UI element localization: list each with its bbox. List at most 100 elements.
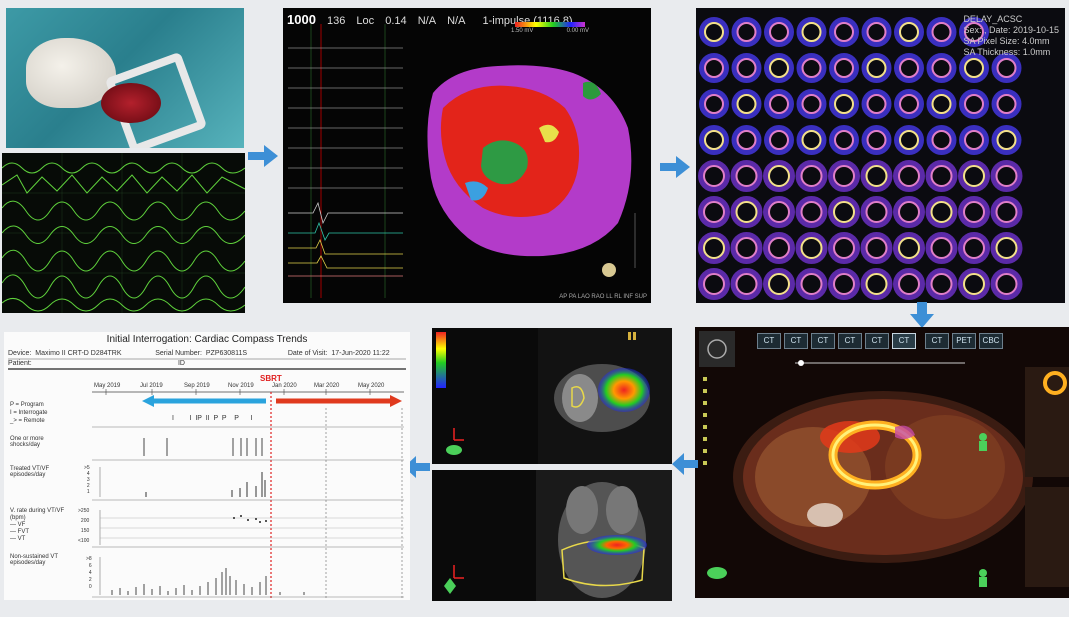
spect-slice <box>861 17 892 47</box>
spect-slice <box>926 89 957 119</box>
spect-slice <box>796 17 827 47</box>
arrow-down-icon <box>910 302 934 328</box>
spect-slice <box>925 268 958 300</box>
tick-label: 150 <box>80 528 90 534</box>
row-label-line: episodes/day <box>10 560 46 566</box>
month-label: Sep 2019 <box>184 383 210 389</box>
tick-label: >250 <box>78 508 90 514</box>
spect-info-line: DELAY_ACSC <box>963 14 1023 24</box>
spect-slice <box>860 232 893 264</box>
month-label: Jan 2020 <box>272 383 297 389</box>
ct-axial-image <box>432 328 672 464</box>
row-label-vrate: V. rate during VT/VF (bpm) — VF — FVT — … <box>10 508 64 543</box>
spect-slice <box>893 196 925 228</box>
spect-slice <box>926 17 957 47</box>
spect-slice <box>730 232 763 264</box>
spect-slice <box>731 125 762 155</box>
spect-slice <box>894 89 924 119</box>
spect-slice <box>990 268 1023 300</box>
spect-info-line: SA Pixel Size: 4.0mm <box>963 36 1050 46</box>
spect-slice <box>795 160 828 192</box>
pet-ct-image <box>699 331 1069 587</box>
spect-slice <box>959 125 989 155</box>
spect-slice <box>860 196 893 228</box>
tick-label: 6 <box>88 563 92 569</box>
spect-slice <box>990 196 1023 228</box>
month-label: Jul 2019 <box>140 383 163 389</box>
spect-info: DELAY_ACSC Sex: , Date: 2019-10-15 SA Pi… <box>963 14 1059 58</box>
spect-slice <box>893 160 925 192</box>
arrow-left-icon <box>672 453 698 475</box>
tick-label: 4 <box>88 570 92 576</box>
vrate-ticks: >250 200 150 <100 <box>78 506 89 546</box>
spect-slice <box>991 89 1022 119</box>
spect-slice <box>926 53 957 83</box>
spect-slice <box>893 268 925 300</box>
tick-label: <100 <box>78 538 90 544</box>
spect-slice <box>764 89 794 119</box>
spect-slice <box>958 268 990 300</box>
spect-slice <box>829 17 859 47</box>
arrow-right-icon <box>248 145 278 167</box>
row-label-line: — FVT <box>10 529 29 535</box>
spect-slice <box>925 232 958 264</box>
tick-label: 200 <box>80 518 90 524</box>
spect-slice <box>763 160 795 192</box>
eamap-scale-min: 1.50 mV <box>511 28 534 34</box>
spect-slice <box>796 53 827 83</box>
spect-slice <box>731 17 762 47</box>
spect-slice <box>959 89 989 119</box>
spect-slice <box>796 89 827 119</box>
spect-slice <box>990 232 1023 264</box>
ct-axial-dose-panel <box>432 328 672 464</box>
spect-slice <box>894 125 924 155</box>
spect-slice <box>958 160 990 192</box>
spect-slice <box>730 160 763 192</box>
spect-slice <box>698 268 730 300</box>
ct-coronal-dose-panel <box>432 470 672 601</box>
spect-info-line: Sex: , Date: 2019-10-15 <box>963 25 1059 35</box>
event-markers: I I IP II P P P I <box>172 415 253 422</box>
spect-slice <box>730 196 763 228</box>
month-label: May 2019 <box>94 383 121 389</box>
tick-label: >8 <box>86 556 92 562</box>
cardiac-compass-report: Initial Interrogation: Cardiac Compass T… <box>4 332 410 600</box>
month-label: Nov 2019 <box>228 383 254 389</box>
spect-slice <box>699 53 729 83</box>
eamap-drawing <box>288 22 636 298</box>
spect-slice <box>860 160 893 192</box>
spect-slice <box>861 89 892 119</box>
eamap-view-buttons[interactable]: AP PA LAO RAO LL RL INF SUP <box>559 294 647 300</box>
legend-program: P = Program <box>10 402 44 408</box>
row-label-line: episodes/day <box>10 472 46 478</box>
spect-slice <box>925 160 958 192</box>
row-label-shocks: One or more shocks/day <box>10 436 44 448</box>
spect-slice <box>730 268 763 300</box>
electroanatomic-map-panel: 1000 136 Loc 0.14 N/A N/A 1-impulse (111… <box>283 8 651 303</box>
ecg-panel <box>2 153 245 313</box>
spect-perfusion-panel: DELAY_ACSC Sex: , Date: 2019-10-15 SA Pi… <box>696 8 1065 303</box>
spect-slice <box>698 196 730 228</box>
spect-slice <box>926 125 957 155</box>
spect-info-line: SA Thickness: 1.0mm <box>963 47 1051 57</box>
spect-slice <box>958 232 990 264</box>
spect-slice <box>795 268 828 300</box>
spect-slice <box>828 232 860 264</box>
spect-slice <box>795 232 828 264</box>
spect-slice <box>763 268 795 300</box>
spect-slice <box>764 125 794 155</box>
spect-slice <box>829 53 859 83</box>
sbrt-label: SBRT <box>260 374 282 383</box>
spect-slice <box>829 125 859 155</box>
spect-slice <box>925 196 958 228</box>
spect-slice <box>699 17 729 47</box>
spect-slice <box>991 53 1022 83</box>
tick-label: 1 <box>86 489 90 495</box>
spect-slice <box>699 89 729 119</box>
row-label-line: V. rate during VT/VF <box>10 508 65 514</box>
spect-slice <box>894 17 924 47</box>
surgery-photo <box>6 8 244 148</box>
spect-slice <box>828 160 860 192</box>
row-label-line: shocks/day <box>10 442 41 448</box>
treated-ticks: >5 4 3 2 1 <box>84 465 90 495</box>
